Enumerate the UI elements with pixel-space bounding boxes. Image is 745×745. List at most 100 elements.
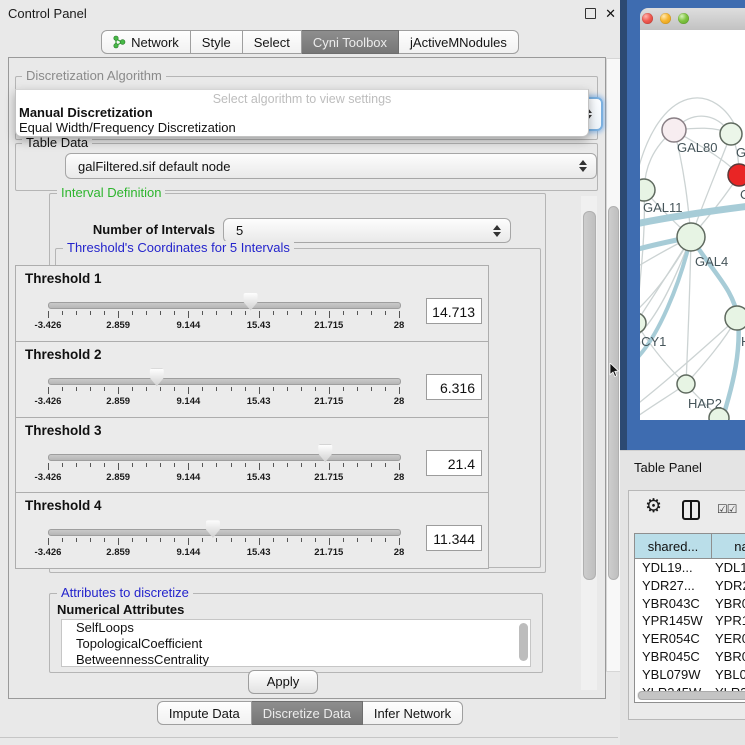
tab-label: Network bbox=[131, 35, 179, 50]
table-row[interactable]: YDL19...YDL1 bbox=[635, 559, 745, 577]
table-row[interactable]: YDR27...YDR2 bbox=[635, 577, 745, 595]
algorithm-dropdown-popup: Select algorithm to view settings Manual… bbox=[15, 89, 589, 137]
list-scrollbar-thumb[interactable] bbox=[519, 623, 528, 661]
table-cell: YBR0 bbox=[712, 648, 745, 666]
minimize-traffic-light[interactable] bbox=[660, 13, 671, 24]
threshold-panel-1: Threshold 1-3.4262.8599.14415.4321.71528… bbox=[15, 265, 489, 342]
close-icon[interactable]: ✕ bbox=[605, 7, 616, 20]
network-node[interactable] bbox=[662, 118, 686, 142]
table-row[interactable]: YBL079WYBL0 bbox=[635, 666, 745, 684]
table-row[interactable]: YBR043CYBR0 bbox=[635, 595, 745, 613]
settings-scrollbar-thumb[interactable] bbox=[583, 211, 596, 580]
network-node[interactable] bbox=[677, 375, 695, 393]
interval-group-title: Interval Definition bbox=[57, 186, 165, 200]
slider-track[interactable] bbox=[48, 454, 401, 461]
panel-scrollbar-thumb[interactable] bbox=[608, 206, 619, 580]
gear-icon[interactable]: ⚙ bbox=[645, 497, 662, 516]
table-row[interactable]: YER054CYER0 bbox=[635, 630, 745, 648]
network-node[interactable] bbox=[677, 223, 705, 251]
slider-track[interactable] bbox=[48, 302, 401, 309]
slider-scale-labels: -3.4262.8599.14415.4321.71528 bbox=[48, 547, 399, 559]
network-window-titlebar[interactable] bbox=[640, 8, 745, 31]
table-cell: YBR045C bbox=[635, 648, 712, 666]
spinner-arrows-icon bbox=[493, 225, 501, 237]
numerical-attributes-label: Numerical Attributes bbox=[57, 602, 184, 617]
attribute-item[interactable]: SelfLoops bbox=[62, 620, 530, 636]
table-data-value: galFiltered.sif default node bbox=[78, 159, 230, 174]
table-row[interactable]: YBR045CYBR0 bbox=[635, 648, 745, 666]
threshold-value-field[interactable]: 21.4 bbox=[426, 450, 482, 476]
mouse-cursor bbox=[609, 363, 620, 378]
network-edge bbox=[640, 323, 686, 384]
window-title: Control Panel bbox=[8, 6, 87, 21]
threshold-value-field[interactable]: 14.713 bbox=[426, 298, 482, 324]
network-node-label: C bbox=[740, 187, 745, 202]
tab-label: Cyni Toolbox bbox=[313, 35, 387, 50]
numerical-attributes-list[interactable]: SelfLoopsTopologicalCoefficientBetweenne… bbox=[61, 619, 531, 667]
tab-cyni-toolbox[interactable]: Cyni Toolbox bbox=[302, 30, 399, 54]
cyni-toolbox-panel: Discretization Algorithm Select algorith… bbox=[8, 57, 606, 699]
tab-label: Style bbox=[202, 35, 231, 50]
select-checkboxes-icon[interactable]: ☑☑ bbox=[717, 502, 737, 516]
apply-button[interactable]: Apply bbox=[248, 670, 318, 694]
table-hscrollbar-thumb[interactable] bbox=[638, 691, 745, 700]
close-traffic-light[interactable] bbox=[642, 13, 653, 24]
network-node-label: GAL80 bbox=[677, 140, 717, 155]
columns-icon[interactable] bbox=[682, 500, 700, 520]
network-node[interactable] bbox=[640, 179, 655, 201]
restore-icon[interactable] bbox=[585, 8, 596, 19]
table-cell: YBR0 bbox=[712, 595, 745, 613]
slider-track[interactable] bbox=[48, 529, 401, 536]
table-hscrollbar[interactable] bbox=[637, 691, 745, 700]
threshold-label: Threshold 3 bbox=[25, 423, 102, 438]
popup-option-1[interactable]: Manual Discretization bbox=[19, 105, 153, 120]
table-header-row: shared...na bbox=[635, 534, 745, 559]
network-canvas[interactable]: GAL80GACGAL11GAL4GCY1HHAP2 bbox=[640, 30, 745, 420]
column-header[interactable]: shared... bbox=[635, 534, 712, 559]
network-view-window: GAL80GACGAL11GAL4GCY1HHAP2 bbox=[620, 0, 745, 450]
tab-select[interactable]: Select bbox=[243, 30, 302, 54]
attribute-item[interactable]: TopologicalCoefficient bbox=[62, 636, 530, 652]
algorithm-group-title: Discretization Algorithm bbox=[22, 69, 166, 83]
tab-network[interactable]: Network bbox=[101, 30, 191, 54]
table-panel-title: Table Panel bbox=[634, 460, 702, 475]
network-node-label: GCY1 bbox=[640, 334, 666, 349]
threshold-label: Threshold 4 bbox=[25, 498, 102, 513]
tab-jactivemnodules[interactable]: jActiveMNodules bbox=[399, 30, 519, 54]
network-edge bbox=[640, 237, 691, 338]
table-panel: ⚙ ☑☑ shared...na YDL19...YDL1YDR27...YDR… bbox=[620, 485, 745, 745]
threshold-panel-4: Threshold 4 -3.4262.8599.14415.4321.71528… bbox=[15, 492, 489, 569]
threshold-value-field[interactable]: 11.344 bbox=[426, 525, 482, 551]
table-row[interactable]: YPR145WYPR1 bbox=[635, 612, 745, 630]
table-cell: YER0 bbox=[712, 630, 745, 648]
table-data-combobox[interactable]: galFiltered.sif default node bbox=[65, 153, 597, 179]
threshold-value-field[interactable]: 6.316 bbox=[426, 374, 482, 400]
slider-ticks bbox=[48, 463, 399, 471]
zoom-traffic-light[interactable] bbox=[678, 13, 689, 24]
network-graph: GAL80GACGAL11GAL4GCY1HHAP2 bbox=[640, 30, 745, 420]
number-of-intervals-label: Number of Intervals bbox=[79, 222, 215, 237]
network-node[interactable] bbox=[640, 313, 646, 333]
threshold-panel-2: Threshold 2-3.4262.8599.14415.4321.71528… bbox=[15, 341, 489, 418]
tab-infer-network[interactable]: Infer Network bbox=[363, 701, 463, 725]
divider bbox=[0, 737, 618, 738]
table-cell: YPR1 bbox=[712, 612, 745, 630]
column-header[interactable]: na bbox=[712, 534, 745, 559]
top-tabstrip: Network Style Select Cyni Toolbox jActiveMNo… bbox=[0, 30, 620, 54]
network-node[interactable] bbox=[728, 164, 745, 186]
tab-label: Discretize Data bbox=[263, 706, 351, 721]
network-node[interactable] bbox=[725, 306, 745, 330]
tab-impute-data[interactable]: Impute Data bbox=[157, 701, 252, 725]
control-panel-titlebar: Control Panel ✕ bbox=[0, 0, 620, 27]
network-node[interactable] bbox=[720, 123, 742, 145]
tab-style[interactable]: Style bbox=[191, 30, 243, 54]
slider-track[interactable] bbox=[48, 378, 401, 385]
network-highlight-edge bbox=[722, 318, 739, 420]
tab-discretize-data[interactable]: Discretize Data bbox=[252, 701, 363, 725]
settings-scrollbar[interactable] bbox=[581, 196, 597, 690]
network-node-label: GAL4 bbox=[695, 254, 728, 269]
table-panel-inner: ⚙ ☑☑ shared...na YDL19...YDL1YDR27...YDR… bbox=[628, 490, 745, 720]
popup-option-2[interactable]: Equal Width/Frequency Discretization bbox=[19, 120, 236, 135]
slider-scale-labels: -3.4262.8599.14415.4321.71528 bbox=[48, 320, 399, 332]
attribute-item[interactable]: BetweennessCentrality bbox=[62, 652, 530, 667]
